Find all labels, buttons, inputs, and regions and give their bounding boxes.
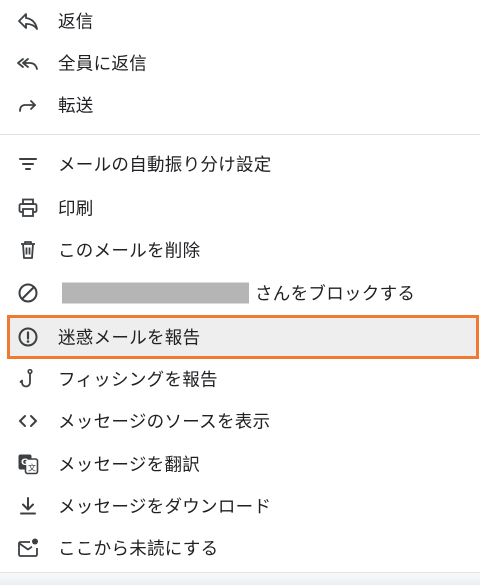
menu-bottom-edge xyxy=(0,572,480,585)
menu-divider xyxy=(0,134,480,135)
menu-item-label: メッセージを翻訳 xyxy=(58,455,201,476)
menu-item-block-sender[interactable]: さんをブロックする xyxy=(0,272,480,314)
menu-item-forward[interactable]: 転送 xyxy=(0,84,480,126)
menu-item-report-phishing[interactable]: フィッシングを報告 xyxy=(0,358,480,400)
menu-item-label: 返信 xyxy=(58,12,94,33)
reply-all-icon xyxy=(16,51,40,75)
menu-item-filter[interactable]: メールの自動振り分け設定 xyxy=(0,143,480,185)
download-icon xyxy=(16,494,40,518)
menu-item-label: このメールを削除 xyxy=(58,241,201,262)
redacted-sender-name xyxy=(62,282,249,303)
menu-item-label: 全員に返信 xyxy=(58,54,147,75)
svg-text:文: 文 xyxy=(28,463,36,473)
menu-item-mark-unread[interactable]: ここから未読にする xyxy=(0,527,480,569)
menu-item-delete[interactable]: このメールを削除 xyxy=(0,229,480,271)
mark-unread-icon xyxy=(16,536,40,560)
block-label-suffix: さんをブロックする xyxy=(255,284,416,305)
block-icon xyxy=(16,281,40,305)
phishing-hook-icon xyxy=(16,367,40,391)
forward-icon xyxy=(16,93,40,117)
menu-item-reply[interactable]: 返信 xyxy=(0,0,480,42)
menu-item-show-source[interactable]: メッセージのソースを表示 xyxy=(0,400,480,442)
menu-item-label: 転送 xyxy=(58,96,94,117)
menu-item-translate[interactable]: G 文 メッセージを翻訳 xyxy=(0,443,480,485)
menu-item-print[interactable]: 印刷 xyxy=(0,187,480,229)
menu-item-reply-all[interactable]: 全員に返信 xyxy=(0,42,480,84)
reply-icon xyxy=(16,9,40,33)
menu-item-label: ここから未読にする xyxy=(58,539,219,560)
filter-icon xyxy=(16,152,40,176)
menu-item-label: さんをブロックする xyxy=(62,281,415,306)
print-icon xyxy=(16,196,40,220)
menu-item-label: メッセージのソースを表示 xyxy=(58,412,271,433)
menu-item-label: フィッシングを報告 xyxy=(58,370,218,391)
menu-item-download[interactable]: メッセージをダウンロード xyxy=(0,485,480,527)
code-icon xyxy=(16,409,40,433)
menu-item-label: メッセージをダウンロード xyxy=(58,497,272,518)
menu-item-label: メールの自動振り分け設定 xyxy=(58,155,272,176)
menu-item-label: 迷惑メールを報告 xyxy=(58,328,201,349)
report-icon xyxy=(16,325,40,349)
menu-item-label: 印刷 xyxy=(58,199,94,220)
trash-icon xyxy=(16,238,40,262)
translate-icon: G 文 xyxy=(16,452,40,476)
menu-item-report-spam[interactable]: 迷惑メールを報告 xyxy=(0,316,480,358)
